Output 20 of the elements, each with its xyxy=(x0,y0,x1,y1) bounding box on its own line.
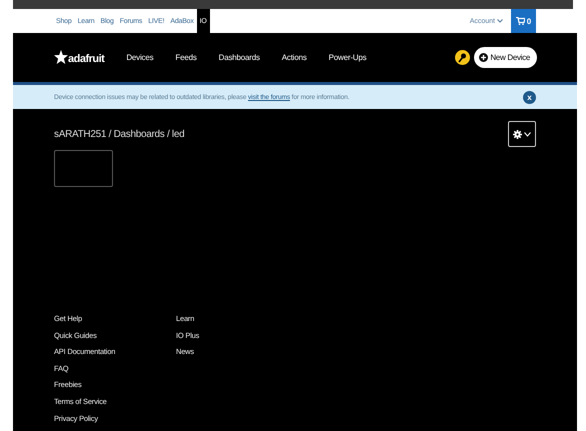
chevron-icon xyxy=(497,19,503,23)
nav-link[interactable]: Dashboards xyxy=(218,53,260,62)
cart-icon xyxy=(516,17,525,25)
logo[interactable]: adafruit xyxy=(54,50,104,65)
plus-circle-icon xyxy=(479,53,488,62)
nav-link[interactable]: Power-Ups xyxy=(328,53,366,62)
settings-button[interactable] xyxy=(508,121,536,147)
breadcrumb: sARATH251 / Dashboards / led xyxy=(54,128,184,140)
gear-icon xyxy=(513,130,522,138)
chevron-icon xyxy=(524,132,531,136)
nav-link[interactable]: Feeds xyxy=(175,53,197,62)
key-button[interactable] xyxy=(455,50,470,65)
cart-button[interactable]: 0 xyxy=(511,9,536,33)
new-device-button[interactable]: New Device xyxy=(474,47,537,68)
close-button[interactable]: x xyxy=(523,90,536,104)
nav-link[interactable]: Devices xyxy=(126,53,154,62)
key-icon xyxy=(458,52,468,62)
star-icon xyxy=(54,50,68,65)
nav-link[interactable]: Actions xyxy=(282,53,307,62)
dashboard-block[interactable] xyxy=(54,150,113,187)
